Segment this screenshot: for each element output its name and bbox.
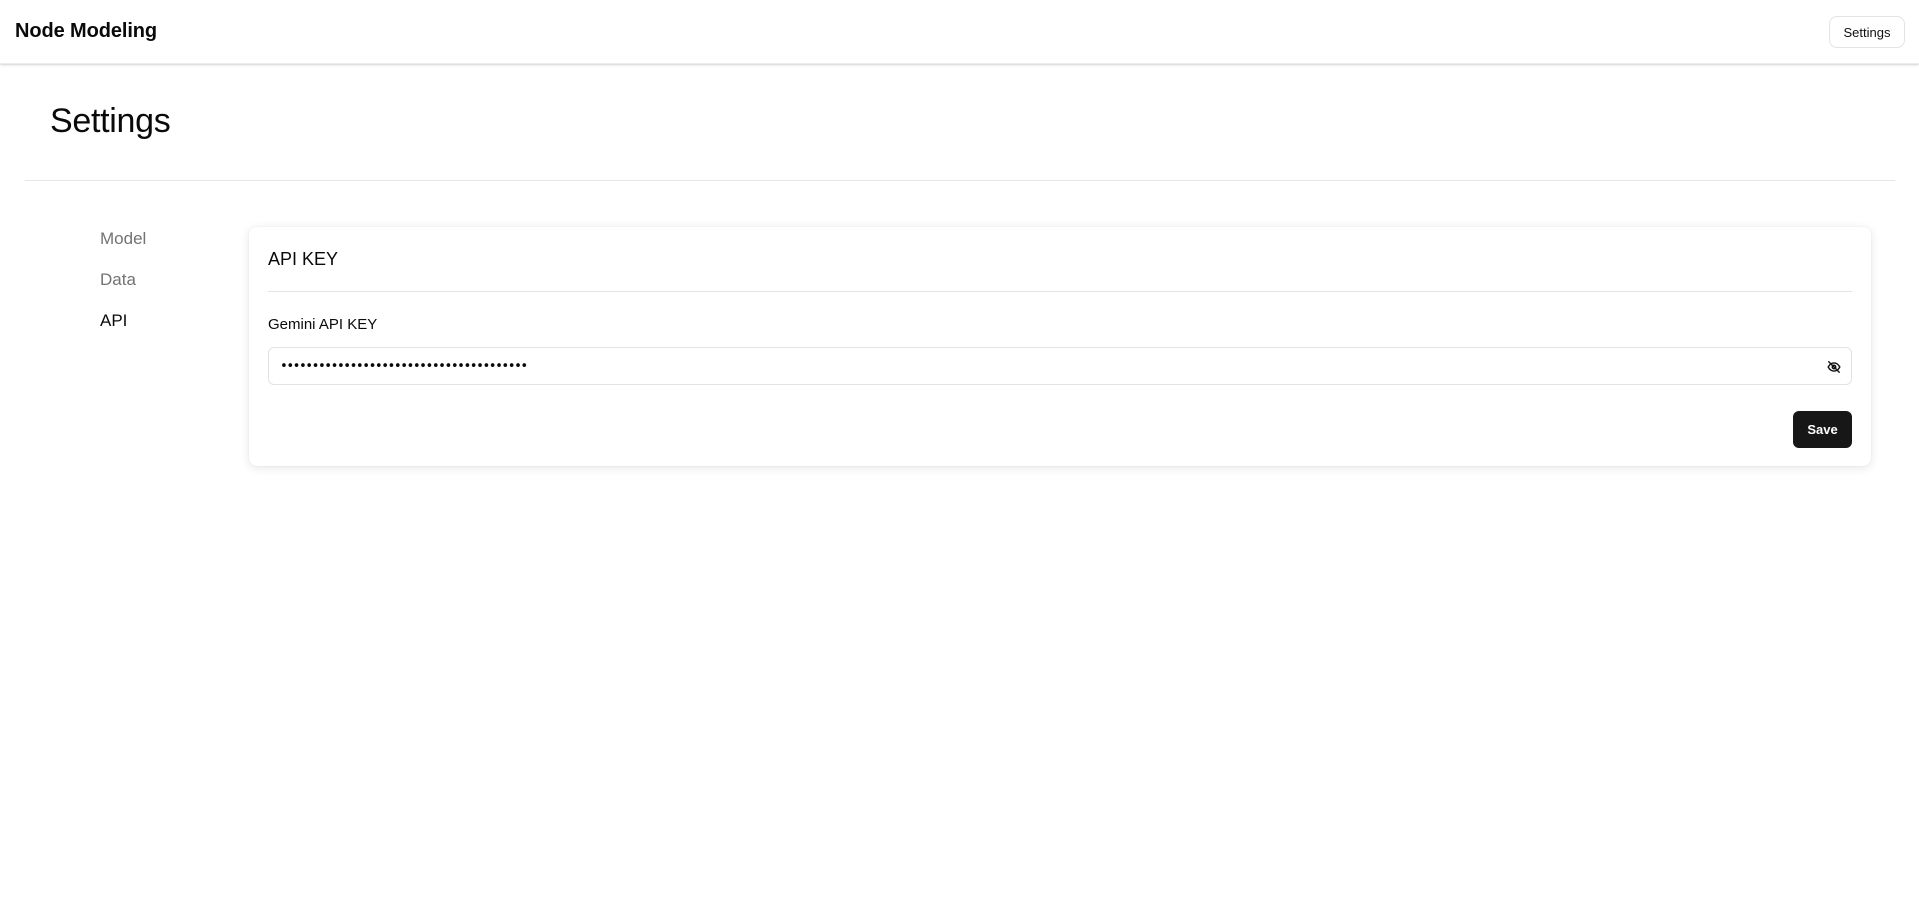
- sidebar-item-model[interactable]: Model: [100, 228, 146, 269]
- sidebar-item-data[interactable]: Data: [100, 269, 146, 310]
- sidebar-item-api[interactable]: API: [100, 310, 146, 351]
- settings-sidebar: Model Data API: [100, 228, 146, 351]
- settings-button[interactable]: Settings: [1829, 16, 1905, 48]
- save-button[interactable]: Save: [1793, 411, 1852, 448]
- top-navbar: Node Modeling Settings: [0, 0, 1919, 64]
- page-title: Settings: [50, 102, 171, 140]
- gemini-api-key-input[interactable]: [269, 348, 1851, 384]
- app-title: Node Modeling: [15, 20, 158, 42]
- gemini-api-key-field: [268, 347, 1852, 385]
- card-title: API KEY: [268, 249, 339, 269]
- card-divider: [268, 291, 1852, 292]
- gemini-api-key-label: Gemini API KEY: [268, 316, 378, 333]
- api-key-card: API KEY Gemini API KEY Save: [249, 227, 1871, 466]
- eye-off-icon[interactable]: [1826, 359, 1842, 375]
- title-divider: [25, 180, 1895, 181]
